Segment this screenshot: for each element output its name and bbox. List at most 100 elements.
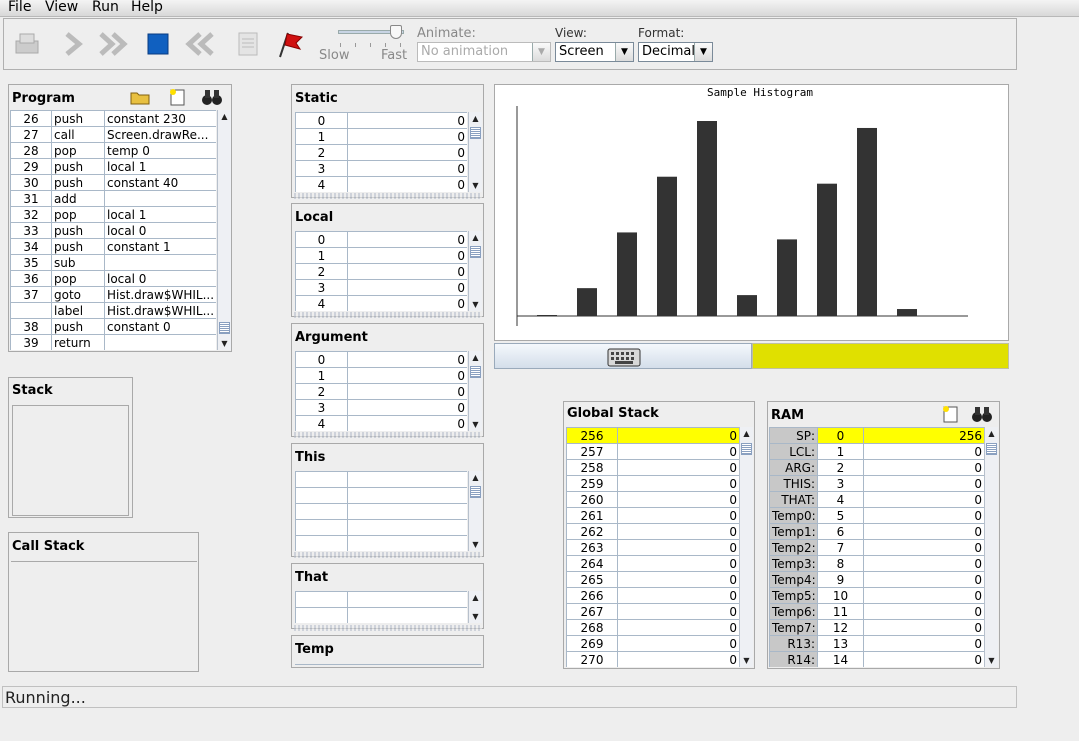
- local-index[interactable]: 1: [295, 247, 348, 264]
- global-stack-value[interactable]: 0: [617, 635, 739, 652]
- scroll-down-icon[interactable]: ▼: [469, 179, 482, 192]
- local-value[interactable]: 0: [347, 295, 467, 311]
- ram-value[interactable]: 0: [863, 523, 984, 540]
- ram-address[interactable]: 7: [817, 539, 864, 556]
- menu-file[interactable]: File: [8, 0, 31, 15]
- keyboard-button[interactable]: [494, 343, 752, 369]
- argument-row[interactable]: 10: [295, 367, 467, 384]
- scroll-thumb[interactable]: [470, 486, 481, 498]
- rewind-icon[interactable]: [182, 27, 216, 61]
- ram-row[interactable]: R13: 13 0: [769, 635, 984, 652]
- new-file-icon[interactable]: [940, 404, 960, 424]
- program-row[interactable]: 26 push constant 230: [10, 110, 216, 127]
- scroll-up-icon[interactable]: ▲: [469, 112, 482, 125]
- global-stack-value[interactable]: 0: [617, 491, 739, 508]
- scroll-up-icon[interactable]: ▲: [218, 110, 231, 123]
- single-step-icon[interactable]: [56, 27, 90, 61]
- argument-row[interactable]: 20: [295, 383, 467, 400]
- program-row[interactable]: 27 call Screen.drawRe...: [10, 126, 216, 143]
- global-stack-row[interactable]: 264 0: [566, 555, 739, 572]
- ram-address[interactable]: 11: [817, 603, 864, 620]
- ram-row[interactable]: Temp6: 11 0: [769, 603, 984, 620]
- menu-run[interactable]: Run: [92, 0, 119, 15]
- static-scrollbar[interactable]: ▲ ▼: [468, 112, 482, 192]
- ram-value[interactable]: 0: [863, 619, 984, 636]
- splitter[interactable]: [294, 625, 482, 631]
- program-opcode[interactable]: sub: [51, 254, 105, 271]
- argument-index[interactable]: 4: [295, 415, 348, 431]
- argument-value[interactable]: 0: [347, 351, 467, 368]
- program-line-number[interactable]: 36: [10, 270, 52, 287]
- local-row[interactable]: 40: [295, 295, 467, 311]
- local-row[interactable]: 30: [295, 279, 467, 296]
- global-stack-row[interactable]: 261 0: [566, 507, 739, 524]
- ram-row[interactable]: Temp4: 9 0: [769, 571, 984, 588]
- ram-value[interactable]: 0: [863, 475, 984, 492]
- program-opcode[interactable]: pop: [51, 206, 105, 223]
- argument-row[interactable]: 00: [295, 351, 467, 368]
- ram-address[interactable]: 4: [817, 491, 864, 508]
- menu-help[interactable]: Help: [131, 0, 163, 15]
- ram-address[interactable]: 1: [817, 443, 864, 460]
- ram-value[interactable]: 0: [863, 539, 984, 556]
- program-opcode[interactable]: push: [51, 174, 105, 191]
- global-stack-row[interactable]: 256 0: [566, 427, 739, 444]
- binoculars-icon[interactable]: [201, 87, 223, 107]
- program-opcode[interactable]: pop: [51, 142, 105, 159]
- program-opcode[interactable]: add: [51, 190, 105, 207]
- scroll-thumb[interactable]: [219, 322, 230, 334]
- format-select[interactable]: Decimal ▼: [638, 42, 713, 62]
- program-row[interactable]: 28 pop temp 0: [10, 142, 216, 159]
- ram-address[interactable]: 12: [817, 619, 864, 636]
- local-value[interactable]: 0: [347, 231, 467, 248]
- load-program-icon[interactable]: [10, 27, 44, 61]
- scroll-thumb[interactable]: [986, 443, 997, 455]
- program-opcode[interactable]: call: [51, 126, 105, 143]
- ram-row[interactable]: Temp5: 10 0: [769, 587, 984, 604]
- ram-address[interactable]: 14: [817, 651, 864, 667]
- static-index[interactable]: 1: [295, 128, 348, 145]
- global-stack-address[interactable]: 268: [566, 619, 618, 636]
- global-stack-row[interactable]: 270 0: [566, 651, 739, 667]
- global-stack-address[interactable]: 261: [566, 507, 618, 524]
- program-line-number[interactable]: 38: [10, 318, 52, 335]
- stop-icon[interactable]: [141, 27, 175, 61]
- argument-index[interactable]: 3: [295, 399, 348, 416]
- static-value[interactable]: 0: [347, 160, 467, 177]
- program-line-number[interactable]: 34: [10, 238, 52, 255]
- scroll-down-icon[interactable]: ▼: [218, 337, 231, 350]
- splitter[interactable]: [294, 193, 482, 199]
- global-stack-value[interactable]: 0: [617, 427, 739, 444]
- global-stack-address[interactable]: 269: [566, 635, 618, 652]
- global-stack-value[interactable]: 0: [617, 459, 739, 476]
- static-row[interactable]: 40: [295, 176, 467, 192]
- scroll-up-icon[interactable]: ▲: [469, 231, 482, 244]
- ram-value[interactable]: 0: [863, 507, 984, 524]
- program-argument[interactable]: constant 0: [104, 318, 216, 335]
- program-row[interactable]: 29 push local 1: [10, 158, 216, 175]
- global-stack-row[interactable]: 262 0: [566, 523, 739, 540]
- global-stack-value[interactable]: 0: [617, 443, 739, 460]
- global-stack-value[interactable]: 0: [617, 555, 739, 572]
- program-opcode[interactable]: push: [51, 222, 105, 239]
- fast-forward-icon[interactable]: [97, 27, 131, 61]
- program-line-number[interactable]: 29: [10, 158, 52, 175]
- global-stack-scrollbar[interactable]: ▲ ▼: [739, 427, 753, 667]
- program-row[interactable]: 37 goto Hist.draw$WHIL...: [10, 286, 216, 303]
- local-index[interactable]: 0: [295, 231, 348, 248]
- scroll-up-icon[interactable]: ▲: [469, 591, 482, 604]
- scroll-up-icon[interactable]: ▲: [469, 351, 482, 364]
- program-row[interactable]: label Hist.draw$WHIL...: [10, 302, 216, 319]
- speed-slider-thumb[interactable]: [390, 25, 402, 39]
- ram-row[interactable]: Temp3: 8 0: [769, 555, 984, 572]
- ram-address[interactable]: 5: [817, 507, 864, 524]
- that-scrollbar[interactable]: ▲ ▼: [468, 591, 482, 623]
- local-index[interactable]: 4: [295, 295, 348, 311]
- program-row[interactable]: 32 pop local 1: [10, 206, 216, 223]
- splitter[interactable]: [294, 552, 482, 558]
- local-index[interactable]: 3: [295, 279, 348, 296]
- local-row[interactable]: 00: [295, 231, 467, 248]
- ram-row[interactable]: Temp7: 12 0: [769, 619, 984, 636]
- program-opcode[interactable]: push: [51, 238, 105, 255]
- global-stack-row[interactable]: 260 0: [566, 491, 739, 508]
